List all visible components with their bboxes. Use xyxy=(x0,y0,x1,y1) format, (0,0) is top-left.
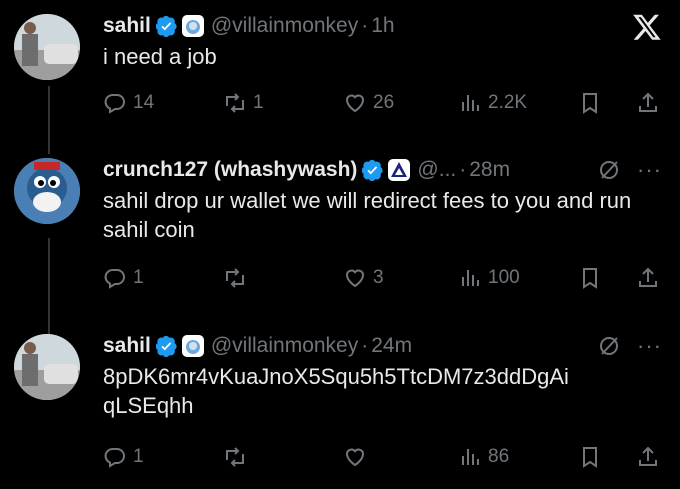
tweet-text: 8pDK6mr4vKuaJnoX5Squ5h5TtcDM7z3ddDgAi qL… xyxy=(103,364,569,418)
timestamp[interactable]: 28m xyxy=(469,158,510,182)
avatar[interactable] xyxy=(14,334,80,400)
affiliate-badge-icon xyxy=(181,335,204,357)
reply-count: 14 xyxy=(133,92,155,113)
bookmark-icon xyxy=(583,268,597,289)
separator: · xyxy=(361,334,369,357)
reply-button[interactable]: 1 xyxy=(103,263,144,293)
reply-count: 1 xyxy=(133,267,144,288)
affiliate-badge-icon xyxy=(388,159,411,181)
verified-icon xyxy=(155,15,177,37)
timestamp[interactable]: 1h xyxy=(371,14,394,38)
views-icon xyxy=(462,95,479,111)
like-button[interactable] xyxy=(343,442,373,472)
like-button[interactable]: 3 xyxy=(343,263,384,293)
grok-icon[interactable] xyxy=(597,334,621,358)
verified-icon xyxy=(155,335,177,357)
repost-button[interactable] xyxy=(223,263,253,293)
separator: · xyxy=(459,158,467,181)
repost-icon xyxy=(226,447,244,467)
affiliate-badge-icon xyxy=(181,15,204,37)
repost-button[interactable] xyxy=(223,442,253,472)
bookmark-button[interactable] xyxy=(578,442,602,472)
like-icon xyxy=(345,269,365,288)
views-count: 86 xyxy=(488,446,510,467)
bookmark-button[interactable] xyxy=(578,88,602,118)
bookmark-icon xyxy=(583,93,597,114)
reply-icon xyxy=(104,448,125,468)
avatar[interactable] xyxy=(14,14,80,80)
like-count: 3 xyxy=(373,267,384,288)
reply-button[interactable]: 14 xyxy=(103,88,154,118)
timestamp[interactable]: 24m xyxy=(371,334,412,358)
views-icon xyxy=(462,449,479,465)
views-count: 2.2K xyxy=(488,92,528,113)
more-icon[interactable]: ··· xyxy=(637,335,662,357)
tweet-text: sahil drop ur wallet we will redirect fe… xyxy=(103,188,632,242)
reply-icon xyxy=(104,269,125,289)
verified-icon xyxy=(362,159,384,181)
views-button[interactable]: 100 xyxy=(458,263,520,293)
tweet-text: i need a job xyxy=(103,44,217,69)
reply-icon xyxy=(104,94,125,114)
tweet[interactable]: crunch127 (whashywash) @... · 28m sahil … xyxy=(0,150,680,320)
share-button[interactable] xyxy=(636,442,660,472)
repost-count: 1 xyxy=(253,92,264,113)
like-button[interactable]: 26 xyxy=(343,88,394,118)
views-button[interactable]: 86 xyxy=(458,442,509,472)
views-icon xyxy=(462,270,479,286)
display-name[interactable]: crunch127 (whashywash) xyxy=(103,158,357,182)
separator: · xyxy=(361,14,369,37)
reply-button[interactable]: 1 xyxy=(103,442,144,472)
like-icon xyxy=(345,448,365,467)
handle[interactable]: @villainmonkey xyxy=(211,334,358,358)
like-count: 26 xyxy=(373,92,395,113)
grok-icon[interactable] xyxy=(597,158,621,182)
bookmark-icon xyxy=(583,447,597,468)
more-icon[interactable]: ··· xyxy=(637,159,662,181)
share-button[interactable] xyxy=(636,88,660,118)
share-icon xyxy=(639,446,657,466)
display-name[interactable]: sahil xyxy=(103,14,151,38)
tweet[interactable]: sahil @villainmonkey · 24m 8pDK6mr4vKuaJ… xyxy=(0,320,680,489)
views-button[interactable]: 2.2K xyxy=(458,88,527,118)
handle[interactable]: @villainmonkey xyxy=(211,14,358,38)
display-name[interactable]: sahil xyxy=(103,334,151,358)
share-icon xyxy=(639,267,657,287)
tweet[interactable]: sahil @villainmonkey · 1h i need a job 1… xyxy=(0,0,680,150)
share-button[interactable] xyxy=(636,263,660,293)
share-icon xyxy=(639,92,657,112)
repost-icon xyxy=(226,93,244,113)
avatar[interactable] xyxy=(14,158,80,224)
repost-button[interactable]: 1 xyxy=(223,88,264,118)
views-count: 100 xyxy=(488,267,520,288)
handle[interactable]: @... xyxy=(417,158,456,182)
repost-icon xyxy=(226,268,244,288)
reply-count: 1 xyxy=(133,446,144,467)
like-icon xyxy=(345,94,365,113)
bookmark-button[interactable] xyxy=(578,263,602,293)
